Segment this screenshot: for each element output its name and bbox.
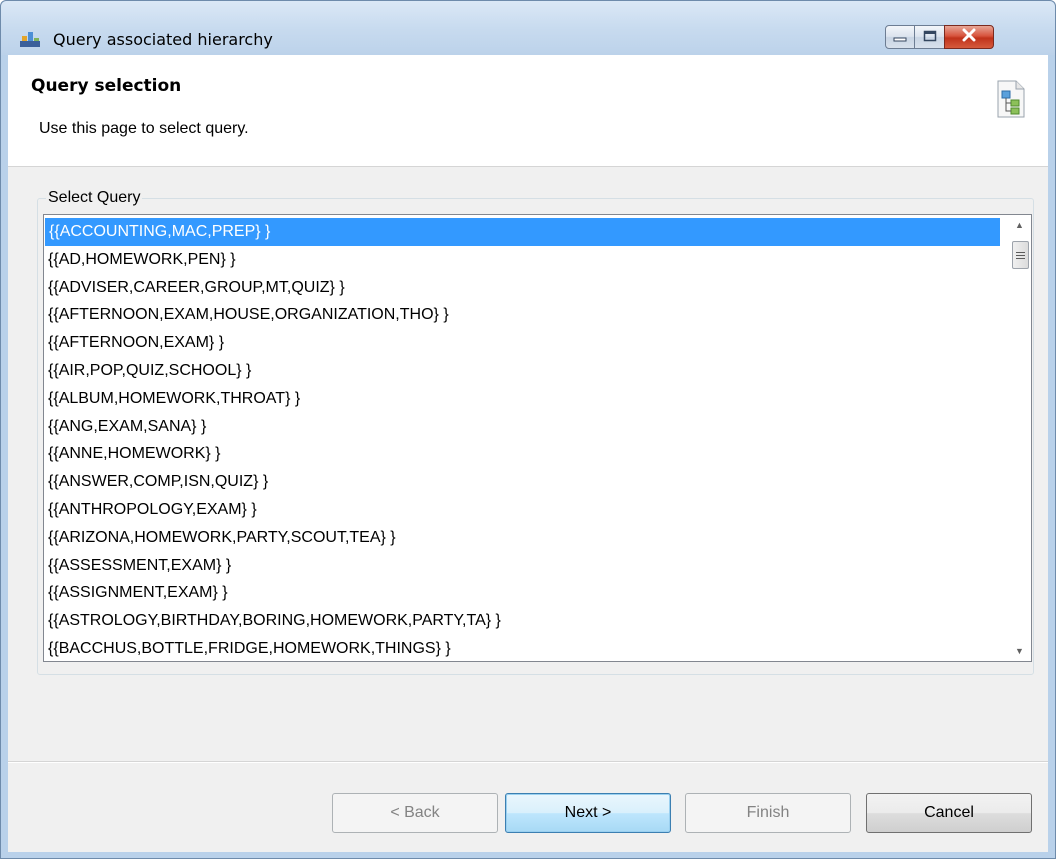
cancel-button[interactable]: Cancel [866,793,1032,833]
list-item[interactable]: {{ASTROLOGY,BIRTHDAY,BORING,HOMEWORK,PAR… [44,607,1009,635]
vertical-scrollbar[interactable]: ▲ ▼ [1008,215,1031,661]
select-query-label: Select Query [46,189,143,207]
list-item[interactable]: {{BACCHUS,BOTTLE,FRIDGE,HOMEWORK,THINGS}… [44,635,1009,661]
scroll-down-button[interactable]: ▼ [1008,641,1031,661]
query-list: {{ACCOUNTING,MAC,PREP} } {{AD,HOMEWORK,PE… [44,218,1009,661]
list-item[interactable]: {{ASSIGNMENT,EXAM} } [44,579,1009,607]
list-item[interactable]: {{ASSESSMENT,EXAM} } [44,552,1009,580]
app-icon [19,29,41,49]
close-icon [961,28,977,46]
minimize-icon [893,29,907,46]
maximize-icon [923,29,937,46]
back-button[interactable]: < Back [332,793,498,833]
wizard-content: Select Query {{ACCOUNTING,MAC,PREP} } {{A… [8,167,1048,762]
list-item[interactable]: {{ACCOUNTING,MAC,PREP} } [45,218,1000,246]
window-title: Query associated hierarchy [53,30,273,49]
finish-button[interactable]: Finish [685,793,851,833]
list-item[interactable]: {{ARIZONA,HOMEWORK,PARTY,SCOUT,TEA} } [44,524,1009,552]
list-item[interactable]: {{ANTHROPOLOGY,EXAM} } [44,496,1009,524]
scrollbar-thumb[interactable] [1012,241,1029,269]
arrow-down-icon: ▼ [1015,646,1024,656]
page-title: Query selection [31,76,182,96]
arrow-up-icon: ▲ [1015,220,1024,230]
list-item[interactable]: {{ANSWER,COMP,ISN,QUIZ} } [44,468,1009,496]
page-description: Use this page to select query. [39,120,249,137]
list-item[interactable]: {{AIR,POP,QUIZ,SCHOOL} } [44,357,1009,385]
list-item[interactable]: {{ANG,EXAM,SANA} } [44,413,1009,441]
next-button[interactable]: Next > [505,793,671,833]
close-button[interactable] [944,25,994,49]
maximize-button[interactable] [914,25,945,49]
minimize-button[interactable] [885,25,915,49]
wizard-header: Query selection Use this page to select … [8,55,1048,167]
title-bar[interactable]: Query associated hierarchy [1,1,1055,55]
wizard-footer: < Back Next > Finish Cancel [8,762,1048,852]
hierarchy-icon [992,78,1028,120]
list-item[interactable]: {{ALBUM,HOMEWORK,THROAT} } [44,385,1009,413]
query-listbox[interactable]: {{ACCOUNTING,MAC,PREP} } {{AD,HOMEWORK,PE… [43,214,1032,662]
list-item[interactable]: {{AD,HOMEWORK,PEN} } [44,246,1009,274]
scroll-up-button[interactable]: ▲ [1008,215,1031,235]
list-item[interactable]: {{ANNE,HOMEWORK} } [44,440,1009,468]
list-item[interactable]: {{ADVISER,CAREER,GROUP,MT,QUIZ} } [44,274,1009,302]
dialog-window: Query associated hierarchy Query selecti… [0,0,1056,859]
list-item[interactable]: {{AFTERNOON,EXAM} } [44,329,1009,357]
list-item[interactable]: {{AFTERNOON,EXAM,HOUSE,ORGANIZATION,THO}… [44,301,1009,329]
